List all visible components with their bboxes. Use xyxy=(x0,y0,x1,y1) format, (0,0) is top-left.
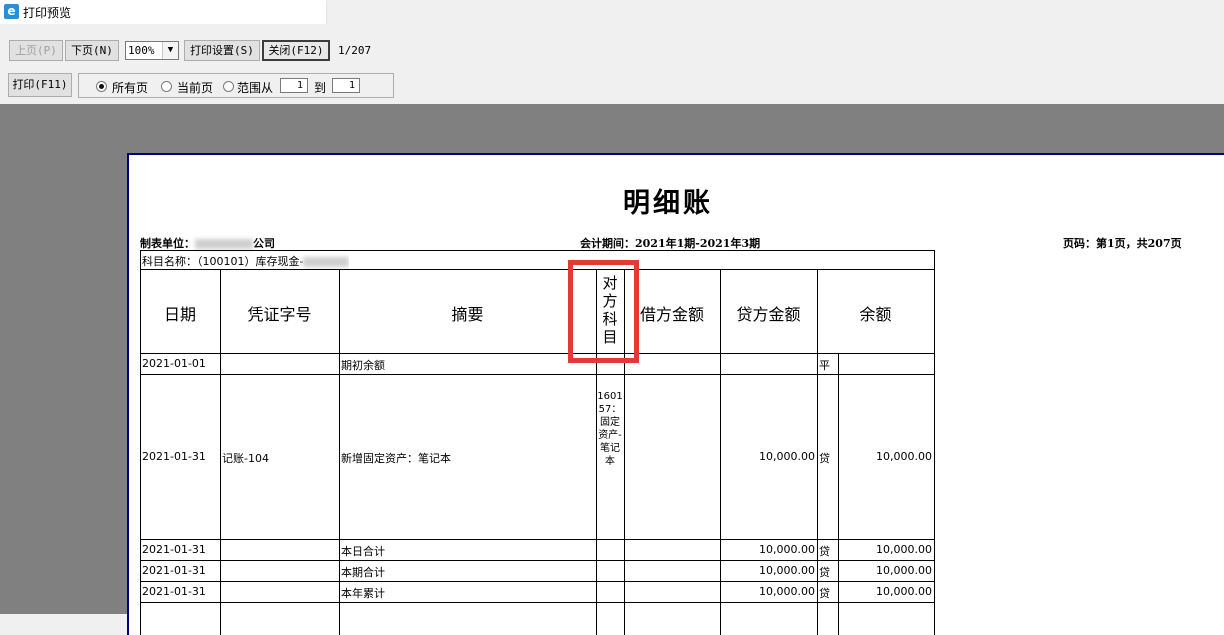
table-row-direction: 平 xyxy=(819,359,830,372)
unit-suffix: 公司 xyxy=(253,237,275,250)
print-settings-button[interactable]: 打印设置(S) xyxy=(184,40,260,61)
close-button[interactable]: 关闭(F12) xyxy=(262,40,330,61)
unit-info: 制表单位： 公司 xyxy=(140,235,275,251)
prev-page-button[interactable]: 上页(P) xyxy=(9,40,63,61)
zoom-value: 100% xyxy=(128,44,155,57)
table-row-counter-account: 160157：固定资产-笔记本 xyxy=(597,391,623,467)
current-page-label[interactable]: 当前页 xyxy=(177,79,213,96)
next-page-button[interactable]: 下页(N) xyxy=(65,40,119,61)
period-info: 会计期间：2021年1期-2021年3期 xyxy=(580,237,761,250)
page-indicator: 1/207 xyxy=(338,44,372,57)
header-credit: 贷方金额 xyxy=(736,305,801,324)
header-summary: 摘要 xyxy=(451,305,484,324)
table-row-date: 2021-01-31 xyxy=(142,564,206,577)
print-button[interactable]: 打印(F11) xyxy=(8,73,72,97)
range-to-label: 到 xyxy=(314,81,327,95)
table-row-date: 2021-01-01 xyxy=(142,357,206,370)
chevron-down-icon[interactable]: ▼ xyxy=(162,42,178,59)
highlight-box xyxy=(568,260,639,363)
table-row-balance: 10,000.00 xyxy=(876,543,932,556)
range-radio[interactable] xyxy=(223,81,234,92)
table-border xyxy=(140,374,935,375)
table-row-voucher: 记账-104 xyxy=(222,452,269,465)
table-border xyxy=(934,250,935,635)
zoom-select[interactable]: 100% ▼ xyxy=(125,41,179,60)
header-balance: 余额 xyxy=(859,305,892,324)
table-row-balance: 10,000.00 xyxy=(876,450,932,463)
header-voucher: 凭证字号 xyxy=(247,305,312,324)
window-titlebar: e 打印预览 xyxy=(0,0,326,25)
table-row-credit: 10,000.00 xyxy=(759,450,815,463)
all-pages-radio[interactable] xyxy=(96,81,107,92)
table-border xyxy=(140,560,935,561)
table-row-balance: 10,000.00 xyxy=(876,564,932,577)
table-border xyxy=(140,353,935,354)
table-row-date: 2021-01-31 xyxy=(142,543,206,556)
current-page-radio[interactable] xyxy=(161,81,172,92)
page-info: 页码：第1页，共207页 xyxy=(1063,237,1182,250)
header-date: 日期 xyxy=(163,305,196,324)
toolbar: 上页(P) 下页(N) 100% ▼ 打印设置(S) 关闭(F12) 1/207… xyxy=(0,24,1224,104)
table-border xyxy=(140,250,935,251)
table-row-direction: 贷 xyxy=(819,587,830,600)
table-row-direction: 贷 xyxy=(819,545,830,558)
table-border xyxy=(140,581,935,582)
table-row-credit: 10,000.00 xyxy=(759,543,815,556)
window-title: 打印预览 xyxy=(23,6,72,20)
range-from-input[interactable]: 1 xyxy=(280,78,308,93)
table-row-balance: 10,000.00 xyxy=(876,585,932,598)
table-row-summary: 本日合计 xyxy=(341,545,385,558)
unit-label: 制表单位： xyxy=(140,237,195,250)
table-row-date: 2021-01-31 xyxy=(142,585,206,598)
table-row-date: 2021-01-31 xyxy=(142,450,206,463)
table-border xyxy=(140,602,935,603)
table-row-direction: 贷 xyxy=(819,452,830,465)
all-pages-label[interactable]: 所有页 xyxy=(112,79,148,96)
table-row-summary: 新增固定资产：笔记本 xyxy=(341,452,451,465)
range-from-label[interactable]: 范围从 xyxy=(237,79,273,96)
table-row-summary: 期初余额 xyxy=(341,359,385,372)
page-range-group: 所有页 当前页 范围从 1 到 1 xyxy=(78,73,394,98)
subject-label: 科目名称：（100101）库存现金- xyxy=(142,255,304,268)
ie-icon: e xyxy=(4,4,19,19)
table-row-credit: 10,000.00 xyxy=(759,564,815,577)
table-row-summary: 本年累计 xyxy=(341,587,385,600)
table-row-summary: 本期合计 xyxy=(341,566,385,579)
range-to-input[interactable]: 1 xyxy=(332,78,360,93)
preview-area[interactable]: 明细账 制表单位： 公司 会计期间：2021年1期-2021年3期 页码：第1页，… xyxy=(0,104,1224,635)
table-border xyxy=(140,269,935,270)
report-title: 明细账 xyxy=(623,188,713,219)
table-row-direction: 贷 xyxy=(819,566,830,579)
print-page: 明细账 制表单位： 公司 会计期间：2021年1期-2021年3期 页码：第1页，… xyxy=(127,153,1224,635)
redacted-subject xyxy=(303,257,350,267)
table-row-credit: 10,000.00 xyxy=(759,585,815,598)
table-border xyxy=(140,539,935,540)
subject-name: 科目名称：（100101）库存现金- xyxy=(142,253,350,269)
redacted-company-name xyxy=(195,239,253,249)
